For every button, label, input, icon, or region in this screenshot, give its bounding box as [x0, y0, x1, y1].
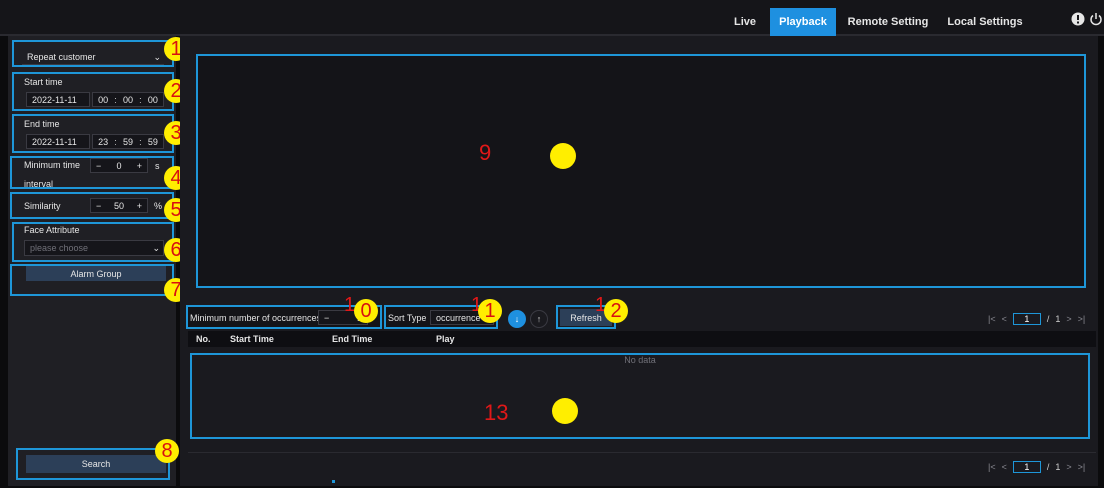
min-interval-label-2: interval	[24, 179, 54, 189]
end-hour[interactable]: 23	[98, 137, 108, 147]
face-attribute-label: Face Attribute	[24, 225, 80, 235]
page-separator: /	[1046, 462, 1050, 472]
end-minute[interactable]: 59	[123, 137, 133, 147]
min-interval-stepper[interactable]: − 0 +	[90, 158, 148, 173]
results-table-header	[188, 331, 1096, 347]
start-date-field[interactable]: 2022-11-11	[26, 92, 90, 107]
mode-select[interactable]: Repeat customer ⌄	[22, 50, 164, 65]
marker-11: 1	[478, 299, 502, 323]
similarity-label: Similarity	[24, 201, 61, 211]
sort-ascending-icon[interactable]: ↑	[530, 310, 548, 328]
search-button[interactable]: Search	[26, 455, 166, 473]
end-date-field[interactable]: 2022-11-11	[26, 134, 90, 149]
page-separator: /	[1046, 314, 1050, 324]
region-13-marker	[552, 398, 578, 424]
start-hour[interactable]: 00	[98, 95, 108, 105]
scroll-indicator[interactable]	[332, 480, 335, 483]
page-number-input[interactable]: 1	[1012, 313, 1041, 325]
tab-remote-setting[interactable]: Remote Setting	[842, 8, 934, 36]
min-interval-label: Minimum time	[24, 160, 81, 170]
empty-state-text: No data	[624, 355, 656, 365]
similarity-value[interactable]: 50	[114, 201, 124, 211]
end-second[interactable]: 59	[148, 137, 158, 147]
next-page-icon[interactable]: >	[1066, 462, 1071, 472]
power-icon[interactable]	[1089, 12, 1103, 26]
tab-local-settings[interactable]: Local Settings	[938, 8, 1032, 36]
end-time-field[interactable]: 23:59:59	[92, 134, 164, 149]
last-page-icon[interactable]: >|	[1078, 462, 1086, 472]
pager-bottom: |< < 1 / 1 > >|	[988, 461, 1085, 473]
minus-icon[interactable]: −	[96, 201, 101, 211]
marker-10: 0	[354, 299, 378, 323]
column-header-end-time[interactable]: End Time	[332, 334, 372, 344]
page-total: 1	[1055, 314, 1061, 324]
min-interval-unit: s	[155, 161, 160, 171]
first-page-icon[interactable]: |<	[988, 314, 996, 324]
region-9-label: 9	[479, 140, 492, 165]
column-header-no[interactable]: No.	[196, 334, 211, 344]
end-time-label: End time	[24, 119, 60, 129]
start-minute[interactable]: 00	[123, 95, 133, 105]
start-time-label: Start time	[24, 77, 63, 87]
marker-12: 2	[604, 299, 628, 323]
plus-icon[interactable]: +	[137, 161, 142, 171]
region-9-marker	[550, 143, 576, 169]
region-13-label: 13	[484, 400, 509, 425]
chevron-down-icon: ⌄	[153, 51, 161, 62]
marker-8: 8	[155, 439, 179, 463]
plus-icon[interactable]: +	[137, 201, 142, 211]
min-interval-value[interactable]: 0	[116, 161, 121, 171]
prev-page-icon[interactable]: <	[1002, 314, 1007, 324]
column-header-start-time[interactable]: Start Time	[230, 334, 274, 344]
sort-descending-icon[interactable]: ↓	[508, 310, 526, 328]
info-icon[interactable]	[1071, 12, 1085, 26]
results-table-body	[190, 353, 1090, 439]
tab-playback[interactable]: Playback	[770, 8, 836, 36]
page-total: 1	[1055, 462, 1061, 472]
chevron-down-icon: ⌄	[152, 242, 160, 253]
minus-icon[interactable]: −	[324, 313, 329, 323]
similarity-stepper[interactable]: − 50 +	[90, 198, 148, 213]
start-time-field[interactable]: 00:00:00	[92, 92, 164, 107]
divider	[188, 452, 1096, 453]
mode-select-value: Repeat customer	[27, 52, 96, 62]
tab-live[interactable]: Live	[724, 8, 766, 36]
min-occurrences-label: Minimum number of occurrences	[190, 313, 322, 323]
prev-page-icon[interactable]: <	[1002, 462, 1007, 472]
minus-icon[interactable]: −	[96, 161, 101, 171]
sort-type-label: Sort Type	[388, 313, 427, 323]
pager-top: |< < 1 / 1 > >|	[988, 313, 1085, 325]
face-attribute-placeholder: please choose	[30, 243, 89, 253]
next-page-icon[interactable]: >	[1066, 314, 1071, 324]
start-second[interactable]: 00	[148, 95, 158, 105]
alarm-group-button[interactable]: Alarm Group	[26, 266, 166, 281]
first-page-icon[interactable]: |<	[988, 462, 996, 472]
similarity-unit: %	[154, 201, 163, 211]
face-attribute-select[interactable]: please choose ⌄	[24, 240, 164, 256]
page-number-input[interactable]: 1	[1012, 461, 1041, 473]
column-header-play[interactable]: Play	[436, 334, 455, 344]
snapshot-display-region	[196, 54, 1086, 288]
last-page-icon[interactable]: >|	[1078, 314, 1086, 324]
